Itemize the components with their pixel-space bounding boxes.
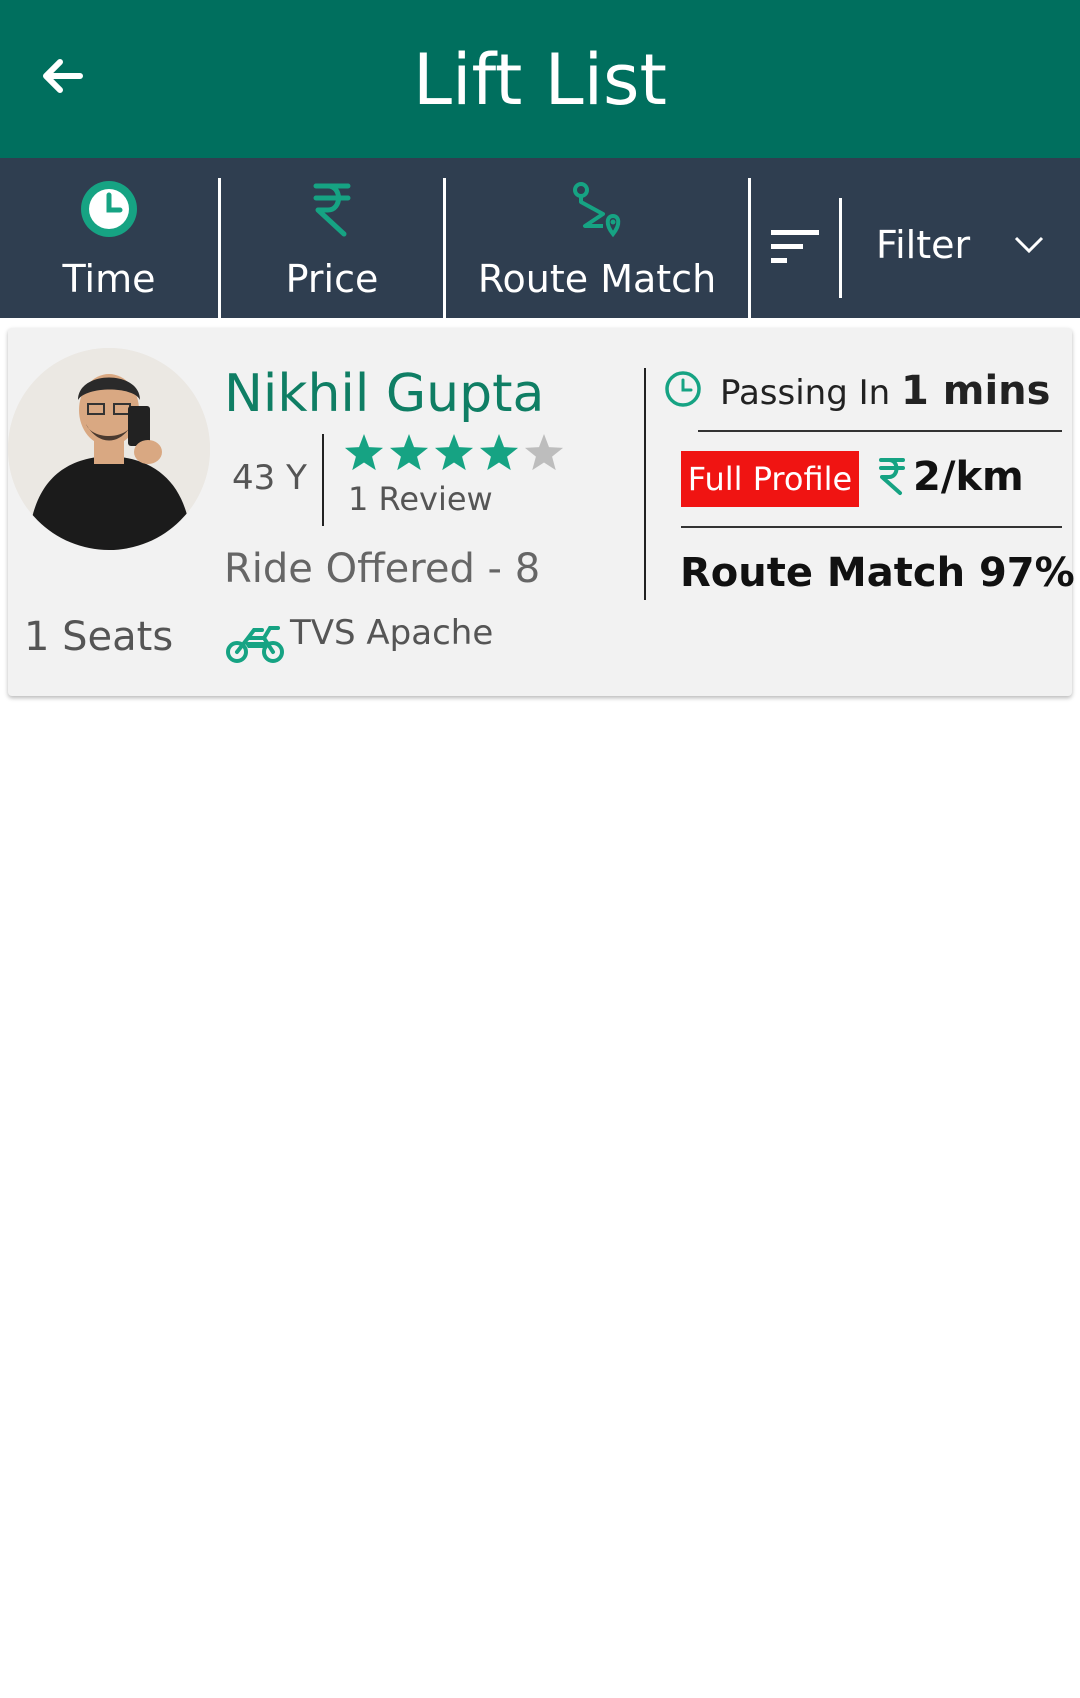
vehicle-name: TVS Apache <box>290 613 494 653</box>
rupee-icon <box>879 458 905 495</box>
filter-dropdown[interactable]: Filter <box>842 158 1080 318</box>
rides-offered: Ride Offered - 8 <box>224 546 541 592</box>
star-filled-icon <box>434 434 474 471</box>
full-profile-button[interactable]: Full Profile <box>681 451 859 507</box>
driver-photo <box>8 348 210 550</box>
clock-icon <box>81 181 137 237</box>
route-icon <box>573 182 621 238</box>
driver-age: 43 Y <box>232 458 307 498</box>
ride-card[interactable]: Nikhil Gupta 43 Y 1 Review Ride Offered … <box>8 328 1075 696</box>
star-filled-icon <box>479 434 519 471</box>
sort-by-time-tab[interactable]: Time <box>0 158 218 318</box>
rupee-icon <box>313 183 351 237</box>
filter-label: Filter <box>876 223 971 267</box>
driver-name: Nikhil Gupta <box>224 364 545 424</box>
motorcycle-icon <box>226 626 284 663</box>
sort-bar: Time Price Route Match Filter <box>0 158 1080 318</box>
sort-price-label: Price <box>285 257 379 301</box>
page-title: Lift List <box>413 39 667 121</box>
sort-button[interactable] <box>751 158 839 318</box>
clock-icon <box>665 371 701 407</box>
sort-route-match-label: Route Match <box>477 257 717 301</box>
chevron-down-icon <box>1014 236 1044 254</box>
route-match-percent: Route Match 97% <box>680 550 1075 596</box>
star-empty-icon <box>524 434 564 471</box>
app-bar: Lift List <box>0 0 1080 158</box>
sort-icon <box>771 230 819 263</box>
seats-available: 1 Seats <box>24 614 174 660</box>
avatar <box>8 348 210 550</box>
passing-prefix: Passing In <box>720 373 891 413</box>
passing-time: Passing In 1 mins <box>720 368 1050 414</box>
passing-value: 1 mins <box>901 368 1051 414</box>
rating-stars <box>344 434 564 471</box>
star-filled-icon <box>389 434 429 471</box>
divider <box>322 434 324 526</box>
price-per-km: 2/km <box>913 454 1024 500</box>
divider <box>644 368 646 600</box>
star-filled-icon <box>344 434 384 471</box>
sort-by-route-match-tab[interactable]: Route Match <box>446 158 748 318</box>
sort-by-price-tab[interactable]: Price <box>221 158 443 318</box>
sort-time-label: Time <box>62 257 156 301</box>
review-count: 1 Review <box>348 480 493 518</box>
divider <box>681 526 1062 528</box>
divider <box>698 430 1062 432</box>
